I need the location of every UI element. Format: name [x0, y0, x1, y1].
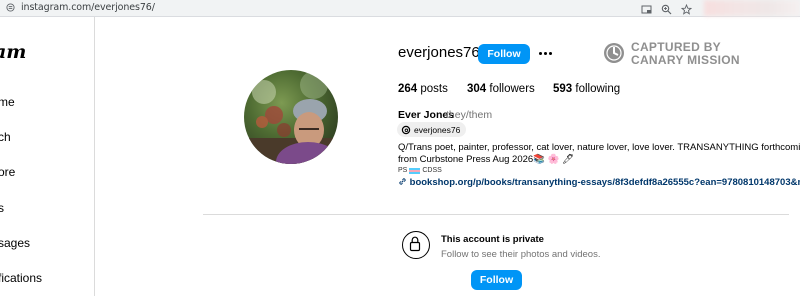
url-text[interactable]: instagram.com/everjones76/ [21, 2, 155, 13]
sidebar-item-reels[interactable]: s [0, 201, 4, 215]
sidebar-item-search[interactable]: ch [0, 130, 11, 144]
profile-link-text: bookshop.org/p/books/transanything-essay… [409, 177, 800, 188]
sidebar-item-messages[interactable]: sages [0, 236, 30, 250]
posts-label: posts [420, 83, 448, 95]
watermark-line2: CANARY MISSION [631, 53, 740, 67]
following-stat[interactable]: 593 following [553, 83, 620, 95]
lock-icon [402, 231, 430, 259]
sidebar: am me ch ore s sages fications [0, 17, 95, 296]
trans-flag-icon [409, 168, 421, 174]
followers-count: 304 [467, 83, 487, 95]
site-info-icon[interactable] [6, 3, 15, 12]
canary-mission-watermark: CAPTURED BY CANARY MISSION [604, 41, 744, 69]
bio-line-3-prefix: PS [398, 167, 408, 174]
bookmark-star-icon[interactable] [680, 2, 693, 15]
followers-stat[interactable]: 304 followers [467, 83, 535, 95]
sidebar-item-explore[interactable]: ore [0, 165, 15, 179]
instagram-logo[interactable]: am [0, 41, 26, 63]
posts-stat: 264 posts [398, 83, 448, 95]
following-count: 593 [553, 83, 573, 95]
avatar-photo [244, 70, 338, 164]
sidebar-item-notifications[interactable]: fications [0, 271, 42, 285]
profile-avatar[interactable] [244, 70, 338, 164]
threads-badge[interactable]: everjones76 [397, 122, 467, 137]
link-icon [399, 178, 406, 185]
bio-line-3-suffix: CDSS [422, 167, 442, 174]
browser-address-bar[interactable]: instagram.com/everjones76/ [0, 0, 800, 17]
followers-label: followers [489, 83, 535, 95]
threads-icon [401, 125, 411, 134]
profile-username: everjones76 [398, 44, 480, 61]
profile-pronouns: they/them [446, 109, 493, 121]
cast-icon[interactable] [641, 2, 652, 14]
bio-line-2: from Curbstone Press Aug 2026📚 🌸 🖊 [398, 154, 575, 165]
posts-count: 264 [398, 83, 418, 95]
extension-area [704, 0, 800, 16]
following-label: following [575, 83, 621, 95]
bio-line-1: Q/Trans poet, painter, professor, cat lo… [398, 142, 800, 153]
profile-link[interactable]: bookshop.org/p/books/transanything-essay… [398, 177, 800, 188]
profile-bio: Q/Trans poet, painter, professor, cat lo… [398, 142, 800, 176]
sidebar-item-home[interactable]: me [0, 95, 15, 109]
private-follow-button[interactable]: Follow [471, 270, 522, 290]
canary-mission-logo-icon [604, 43, 624, 63]
bio-line-3: PS CDSS [398, 166, 798, 176]
zoom-icon[interactable] [661, 2, 672, 15]
threads-handle: everjones76 [414, 124, 461, 135]
private-account-title: This account is private [441, 234, 544, 245]
more-options-icon[interactable] [537, 46, 553, 60]
follow-button[interactable]: Follow [478, 44, 530, 64]
section-divider [203, 214, 789, 215]
private-account-subtitle: Follow to see their photos and videos. [441, 249, 601, 260]
